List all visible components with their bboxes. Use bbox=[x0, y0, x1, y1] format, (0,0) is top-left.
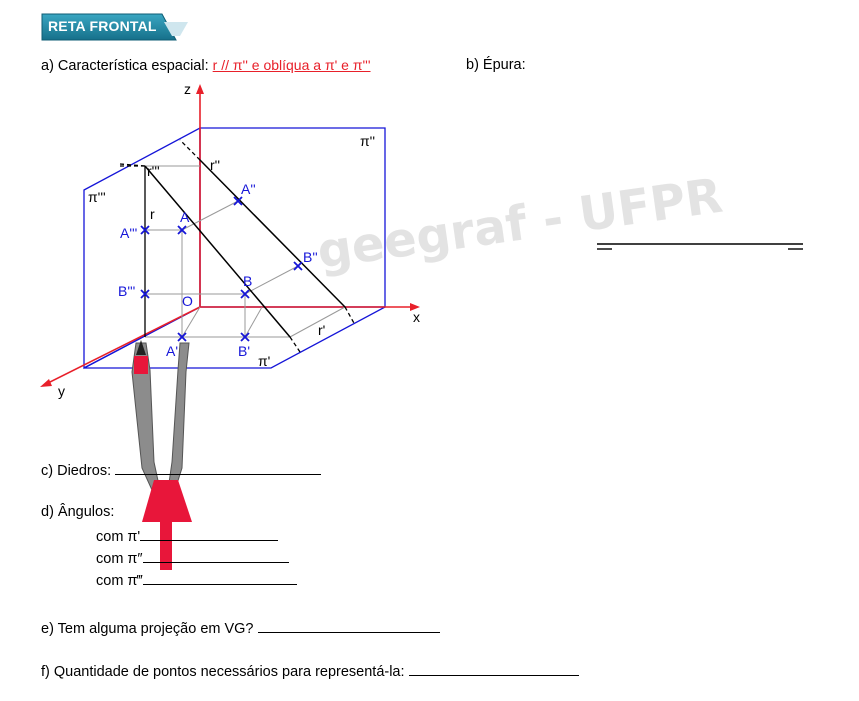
label-plane-profile: π''' bbox=[88, 189, 106, 205]
line-r bbox=[144, 165, 291, 338]
question-e-label: e) Tem alguma projeção em VG? bbox=[41, 621, 254, 637]
label-r-front: r'' bbox=[210, 157, 220, 173]
z-arrow bbox=[196, 84, 204, 94]
label-origin: O bbox=[182, 293, 193, 309]
question-a-answer: r // π'' e oblíqua a π' e π''' bbox=[212, 57, 371, 73]
label-A-side: A''' bbox=[120, 225, 137, 241]
point-B-front-mark bbox=[293, 261, 303, 271]
question-d-blank3[interactable] bbox=[142, 570, 297, 585]
question-c-label: c) Diedros: bbox=[41, 463, 112, 479]
question-d-with2: com π″ bbox=[96, 551, 143, 567]
label-y: y bbox=[58, 383, 65, 399]
label-plane-horizontal: π' bbox=[258, 353, 270, 369]
question-d-blank1[interactable] bbox=[140, 526, 279, 541]
question-e-blank[interactable] bbox=[257, 618, 440, 633]
diagram: geegraf - UFPR z x y O π'' π''' π' r'' r… bbox=[40, 81, 803, 570]
question-e: e) Tem alguma projeção em VG? bbox=[41, 618, 440, 638]
label-B-horizontal: B' bbox=[238, 343, 250, 359]
label-B: B bbox=[243, 273, 252, 289]
question-c-blank[interactable] bbox=[115, 460, 322, 475]
question-d-item1: com π' bbox=[96, 526, 279, 545]
y-arrow bbox=[40, 379, 52, 387]
label-A-horizontal: A' bbox=[166, 343, 178, 359]
question-a-label: a) Característica espacial: bbox=[41, 58, 209, 74]
epura-ground-line bbox=[597, 243, 803, 250]
question-d-label: d) Ângulos: bbox=[41, 504, 115, 520]
label-B-side: B''' bbox=[118, 283, 135, 299]
question-f: f) Quantidade de pontos necessários para… bbox=[41, 661, 579, 681]
label-r-horizontal: r' bbox=[318, 322, 325, 338]
question-d-with1: com π' bbox=[96, 529, 141, 545]
label-B-front: B'' bbox=[303, 249, 318, 265]
label-r: r bbox=[150, 206, 155, 222]
label-A-front: A'' bbox=[241, 181, 256, 197]
question-b: b) Épura: bbox=[466, 56, 526, 74]
label-r-side: r''' bbox=[147, 163, 160, 179]
question-a: a) Característica espacial: r // π'' e o… bbox=[41, 56, 371, 75]
label-A: A bbox=[180, 209, 190, 225]
question-d: d) Ângulos: bbox=[41, 503, 114, 521]
question-b-label: b) Épura: bbox=[466, 57, 526, 73]
question-d-item3: com π‴ bbox=[96, 570, 297, 589]
question-f-label: f) Quantidade de pontos necessários para… bbox=[41, 664, 405, 680]
question-c: c) Diedros: bbox=[41, 460, 322, 480]
question-f-blank[interactable] bbox=[408, 661, 579, 676]
label-z: z bbox=[184, 81, 191, 97]
plane-profile bbox=[83, 126, 201, 370]
watermark-text: geegraf - UFPR bbox=[314, 168, 726, 280]
question-d-item2: com π″ bbox=[96, 548, 289, 567]
question-d-blank2[interactable] bbox=[142, 548, 289, 563]
question-d-with3: com π‴ bbox=[96, 573, 143, 589]
label-plane-frontal: π'' bbox=[360, 133, 375, 149]
label-x: x bbox=[413, 309, 420, 325]
